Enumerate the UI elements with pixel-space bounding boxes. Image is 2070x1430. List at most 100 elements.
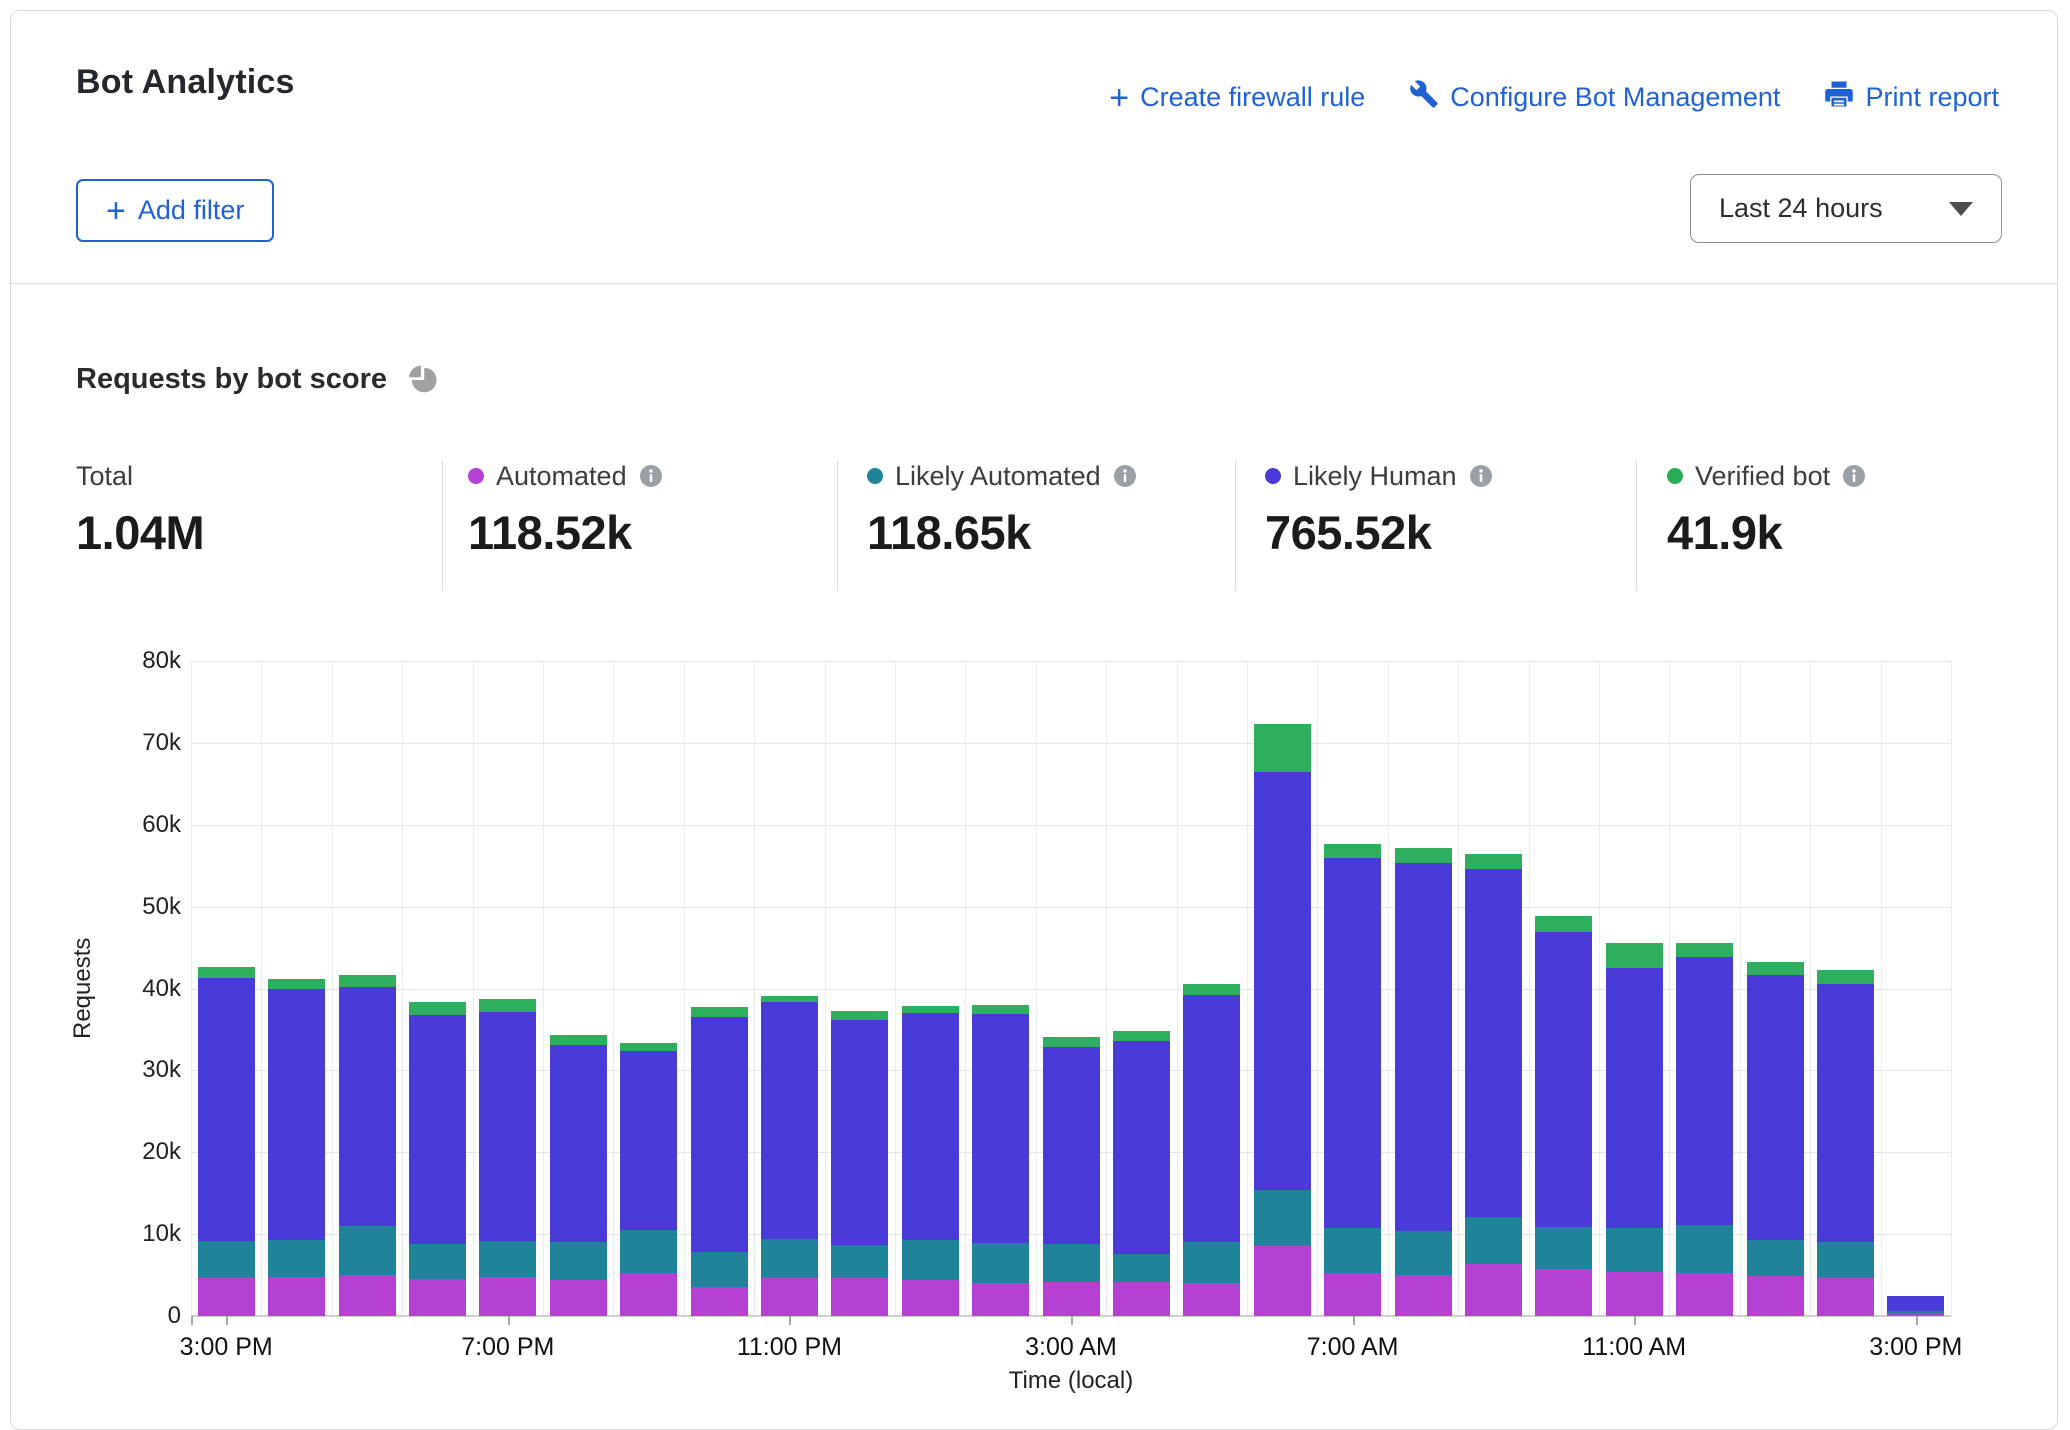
bar-1200pm[interactable]	[1676, 943, 1733, 1316]
segment-likely-human[interactable]	[1676, 957, 1733, 1226]
bar-900am[interactable]	[1465, 854, 1522, 1316]
segment-likely-human[interactable]	[1183, 995, 1240, 1242]
segment-likely-human[interactable]	[1747, 975, 1804, 1240]
segment-likely-human[interactable]	[409, 1015, 466, 1244]
bar-1000am[interactable]	[1535, 916, 1592, 1316]
bar-500pm[interactable]	[339, 975, 396, 1316]
segment-likely-human[interactable]	[339, 987, 396, 1226]
segment-likely-automated[interactable]	[1395, 1231, 1452, 1275]
segment-likely-human[interactable]	[972, 1014, 1029, 1243]
segment-likely-human[interactable]	[479, 1012, 536, 1240]
bar-300pm[interactable]	[198, 967, 255, 1316]
segment-verified-bot[interactable]	[1043, 1037, 1100, 1047]
segment-likely-automated[interactable]	[1676, 1225, 1733, 1273]
segment-verified-bot[interactable]	[339, 975, 396, 987]
segment-verified-bot[interactable]	[691, 1007, 748, 1018]
segment-likely-automated[interactable]	[1043, 1244, 1100, 1283]
add-filter-button[interactable]: + Add filter	[76, 179, 274, 242]
segment-likely-automated[interactable]	[691, 1252, 748, 1286]
stat-automated[interactable]: Automated 118.52k	[468, 459, 663, 560]
segment-likely-human[interactable]	[268, 989, 325, 1240]
segment-automated[interactable]	[550, 1280, 607, 1316]
segment-likely-human[interactable]	[1113, 1041, 1170, 1254]
info-icon[interactable]	[639, 464, 663, 488]
plot-area[interactable]	[191, 661, 1951, 1316]
segment-likely-human[interactable]	[902, 1013, 959, 1240]
segment-automated[interactable]	[620, 1273, 677, 1316]
segment-verified-bot[interactable]	[1676, 943, 1733, 957]
bar-700am[interactable]	[1324, 844, 1381, 1316]
segment-likely-automated[interactable]	[339, 1226, 396, 1275]
segment-likely-automated[interactable]	[902, 1240, 959, 1280]
segment-likely-human[interactable]	[761, 1002, 818, 1239]
segment-automated[interactable]	[1465, 1264, 1522, 1316]
segment-verified-bot[interactable]	[1183, 984, 1240, 996]
segment-automated[interactable]	[902, 1280, 959, 1316]
segment-automated[interactable]	[339, 1275, 396, 1316]
bar-600am[interactable]	[1254, 724, 1311, 1316]
segment-verified-bot[interactable]	[198, 967, 255, 978]
segment-likely-human[interactable]	[198, 978, 255, 1241]
bar-1200am[interactable]	[831, 1011, 888, 1316]
segment-automated[interactable]	[1324, 1273, 1381, 1316]
bar-800am[interactable]	[1395, 848, 1452, 1316]
segment-likely-human[interactable]	[1324, 858, 1381, 1228]
bar-100am[interactable]	[902, 1006, 959, 1316]
bar-600pm[interactable]	[409, 1002, 466, 1316]
segment-likely-human[interactable]	[1254, 772, 1311, 1190]
segment-verified-bot[interactable]	[1465, 854, 1522, 869]
bar-1100am[interactable]	[1606, 943, 1663, 1316]
segment-likely-automated[interactable]	[1183, 1242, 1240, 1283]
segment-likely-automated[interactable]	[761, 1239, 818, 1278]
segment-verified-bot[interactable]	[479, 999, 536, 1012]
segment-automated[interactable]	[691, 1287, 748, 1317]
segment-automated[interactable]	[831, 1278, 888, 1316]
bar-100pm[interactable]	[1747, 962, 1804, 1316]
segment-verified-bot[interactable]	[268, 979, 325, 990]
segment-automated[interactable]	[1254, 1246, 1311, 1316]
bar-800pm[interactable]	[550, 1035, 607, 1316]
segment-likely-automated[interactable]	[831, 1245, 888, 1279]
segment-likely-automated[interactable]	[1747, 1240, 1804, 1276]
segment-automated[interactable]	[1183, 1283, 1240, 1316]
segment-automated[interactable]	[1043, 1282, 1100, 1316]
segment-likely-human[interactable]	[1887, 1296, 1944, 1311]
segment-automated[interactable]	[198, 1278, 255, 1317]
bar-300pm[interactable]	[1887, 1296, 1944, 1316]
bar-400pm[interactable]	[268, 979, 325, 1316]
segment-automated[interactable]	[1395, 1275, 1452, 1316]
stat-likely-human[interactable]: Likely Human 765.52k	[1265, 459, 1493, 560]
segment-automated[interactable]	[1113, 1282, 1170, 1316]
segment-verified-bot[interactable]	[1113, 1031, 1170, 1041]
segment-likely-automated[interactable]	[1324, 1228, 1381, 1274]
segment-likely-human[interactable]	[1465, 869, 1522, 1217]
segment-automated[interactable]	[1676, 1273, 1733, 1316]
segment-likely-human[interactable]	[1606, 968, 1663, 1228]
bar-900pm[interactable]	[620, 1043, 677, 1316]
segment-automated[interactable]	[1747, 1276, 1804, 1316]
segment-verified-bot[interactable]	[1535, 916, 1592, 932]
bar-500am[interactable]	[1183, 984, 1240, 1316]
segment-verified-bot[interactable]	[831, 1011, 888, 1021]
segment-likely-human[interactable]	[1817, 984, 1874, 1241]
segment-automated[interactable]	[972, 1283, 1029, 1316]
segment-likely-automated[interactable]	[1817, 1242, 1874, 1279]
segment-automated[interactable]	[479, 1277, 536, 1316]
bar-200am[interactable]	[972, 1005, 1029, 1316]
bar-1100pm[interactable]	[761, 996, 818, 1316]
segment-likely-automated[interactable]	[409, 1244, 466, 1279]
configure-bot-management-link[interactable]: Configure Bot Management	[1409, 79, 1780, 116]
segment-verified-bot[interactable]	[620, 1043, 677, 1051]
segment-likely-automated[interactable]	[550, 1242, 607, 1281]
segment-likely-automated[interactable]	[1113, 1254, 1170, 1283]
segment-verified-bot[interactable]	[1817, 970, 1874, 985]
bar-300am[interactable]	[1043, 1037, 1100, 1316]
segment-likely-human[interactable]	[1535, 932, 1592, 1227]
stat-likely-automated[interactable]: Likely Automated 118.65k	[867, 459, 1137, 560]
bar-700pm[interactable]	[479, 999, 536, 1316]
info-icon[interactable]	[1842, 464, 1866, 488]
create-firewall-rule-link[interactable]: + Create firewall rule	[1109, 82, 1365, 113]
segment-likely-automated[interactable]	[1254, 1190, 1311, 1247]
segment-automated[interactable]	[1817, 1278, 1874, 1316]
segment-verified-bot[interactable]	[1747, 962, 1804, 975]
